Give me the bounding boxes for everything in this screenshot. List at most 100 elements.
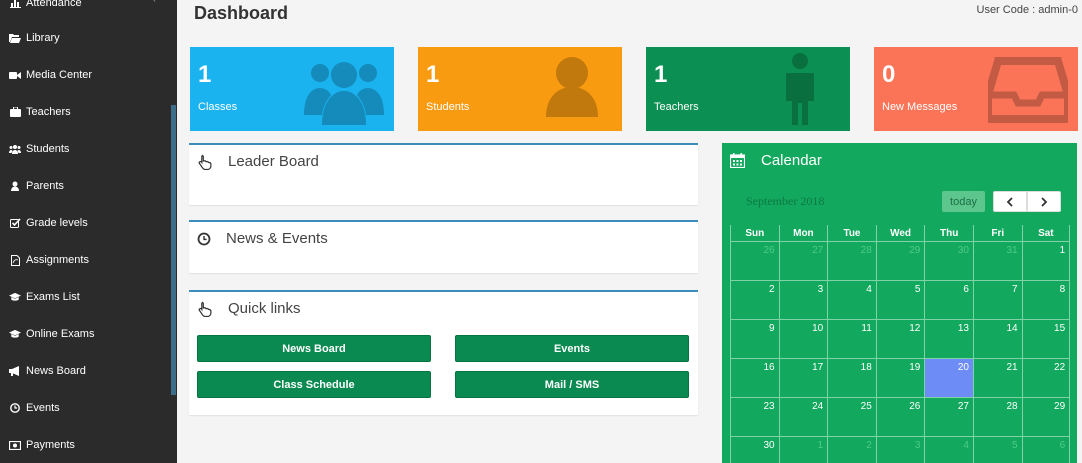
calendar-day[interactable]: 14 (972, 320, 1022, 359)
calendar-day[interactable]: 30 (924, 242, 973, 281)
hand-pointer-icon (198, 154, 212, 170)
calendar-week-row: 16 17 18 19 20 21 22 (730, 359, 1071, 398)
calendar-day[interactable]: 1 (1021, 242, 1071, 281)
stat-label: Students (426, 101, 470, 113)
stat-label: New Messages (882, 101, 958, 113)
calendar-day[interactable]: 29 (1021, 398, 1071, 437)
sidebar-item-online-exams[interactable]: Online Exams (0, 322, 170, 346)
news-board-button[interactable]: News Board (197, 335, 431, 362)
calendar-day[interactable]: 12 (875, 320, 925, 359)
chevron-left-icon (1006, 196, 1013, 207)
sidebar-item-label: Teachers (26, 106, 71, 118)
calendar-day[interactable]: 27 (778, 242, 828, 281)
sidebar-item-attendance[interactable]: Attendance ‹ (0, 0, 170, 15)
chevron-left-icon: ‹ (153, 0, 156, 5)
inbox-icon (988, 57, 1068, 123)
panel-header: Leader Board (197, 153, 319, 170)
calendar-day[interactable]: 5 (875, 281, 925, 320)
next-month-button[interactable] (1027, 191, 1061, 212)
calendar-day[interactable]: 30 (730, 437, 779, 463)
calendar-week-row: 30 1 2 3 4 5 6 (730, 437, 1071, 463)
sidebar-scrollbar[interactable] (171, 105, 176, 395)
calendar-day[interactable]: 23 (730, 398, 779, 437)
calendar-day[interactable]: 1 (778, 437, 828, 463)
sidebar-item-grade-levels[interactable]: Grade levels (0, 211, 170, 235)
sidebar-item-payments[interactable]: Payments (0, 433, 170, 457)
calendar-panel: Calendar September 2018 today Sun Mon Tu… (722, 143, 1077, 463)
calendar-day[interactable]: 2 (730, 281, 779, 320)
calendar-day[interactable]: 24 (778, 398, 828, 437)
stat-box-new-messages[interactable]: 0 New Messages (874, 47, 1078, 131)
stat-box-teachers[interactable]: 1 Teachers (646, 47, 850, 131)
calendar-title: Calendar (761, 152, 822, 169)
news-events-panel: News & Events (189, 220, 698, 273)
mail-sms-button[interactable]: Mail / SMS (455, 371, 689, 398)
class-schedule-button[interactable]: Class Schedule (197, 371, 431, 398)
sidebar-item-label: News Board (26, 365, 86, 377)
calendar-day[interactable]: 31 (972, 242, 1022, 281)
sidebar-item-exams-list[interactable]: Exams List (0, 285, 170, 309)
calendar-day[interactable]: 8 (1021, 281, 1071, 320)
calendar-day[interactable]: 7 (972, 281, 1022, 320)
calendar-week-row: 2345678 (730, 281, 1071, 320)
panel-title: News & Events (226, 230, 328, 247)
calendar-day[interactable]: 29 (875, 242, 925, 281)
calendar-day[interactable]: 19 (875, 359, 925, 398)
calendar-day[interactable]: 13 (924, 320, 973, 359)
today-button[interactable]: today (942, 191, 985, 212)
calendar-icon (730, 153, 745, 168)
calendar-day[interactable]: 15 (1021, 320, 1071, 359)
sidebar-item-media-center[interactable]: Media Center (0, 63, 170, 87)
calendar-week-row: 9 10 11 12 13 14 15 (730, 320, 1071, 359)
sidebar-item-teachers[interactable]: Teachers (0, 100, 170, 124)
calendar-grid: Sun Mon Tue Wed Thu Fri Sat 26 27 28 29 30 31… (730, 225, 1071, 463)
prev-month-button[interactable] (993, 191, 1027, 212)
folder-open-icon (9, 33, 21, 43)
calendar-day[interactable]: 26 (730, 242, 779, 281)
calendar-day[interactable]: 5 (972, 437, 1022, 463)
stat-box-students[interactable]: 1 Students (418, 47, 622, 131)
sidebar-item-events[interactable]: Events (0, 396, 170, 420)
sidebar-item-students[interactable]: Students (0, 137, 170, 161)
video-camera-icon (9, 70, 21, 80)
calendar-day-today[interactable]: 20 (924, 359, 973, 398)
calendar-day[interactable]: 2 (827, 437, 876, 463)
sidebar-item-label: Parents (26, 180, 64, 192)
calendar-day[interactable]: 27 (924, 398, 973, 437)
calendar-day[interactable]: 9 (730, 320, 779, 359)
calendar-day[interactable]: 3 (778, 281, 828, 320)
events-button[interactable]: Events (455, 335, 689, 362)
sidebar-item-assignments[interactable]: Assignments (0, 248, 170, 272)
weekday-label: Sun (730, 225, 779, 242)
calendar-day[interactable]: 17 (778, 359, 828, 398)
calendar-day[interactable]: 3 (875, 437, 925, 463)
sidebar-item-parents[interactable]: Parents (0, 174, 170, 198)
users-icon (9, 144, 21, 154)
calendar-day[interactable]: 28 (972, 398, 1022, 437)
chart-icon (9, 0, 21, 8)
sidebar-item-label: Assignments (26, 254, 89, 266)
briefcase-icon (9, 107, 21, 117)
calendar-day[interactable]: 22 (1021, 359, 1071, 398)
calendar-day[interactable]: 6 (924, 281, 973, 320)
sidebar-item-library[interactable]: Library (0, 26, 170, 50)
graduation-cap-icon (9, 292, 21, 302)
calendar-day[interactable]: 26 (875, 398, 925, 437)
sidebar-item-label: Online Exams (26, 328, 95, 340)
calendar-day[interactable]: 16 (730, 359, 779, 398)
calendar-day[interactable]: 10 (778, 320, 828, 359)
calendar-day[interactable]: 4 (827, 281, 876, 320)
weekday-label: Fri (972, 225, 1022, 242)
stat-box-classes[interactable]: 1 Classes (190, 47, 394, 131)
calendar-day[interactable]: 6 (1021, 437, 1071, 463)
calendar-day[interactable]: 4 (924, 437, 973, 463)
calendar-day[interactable]: 28 (827, 242, 876, 281)
calendar-day[interactable]: 25 (827, 398, 876, 437)
sidebar-item-news-board[interactable]: News Board (0, 359, 170, 383)
calendar-day[interactable]: 11 (827, 320, 876, 359)
weekday-label: Wed (875, 225, 925, 242)
sidebar-item-label: Payments (26, 439, 75, 451)
leader-board-panel: Leader Board (189, 143, 698, 205)
calendar-day[interactable]: 21 (972, 359, 1022, 398)
calendar-day[interactable]: 18 (827, 359, 876, 398)
